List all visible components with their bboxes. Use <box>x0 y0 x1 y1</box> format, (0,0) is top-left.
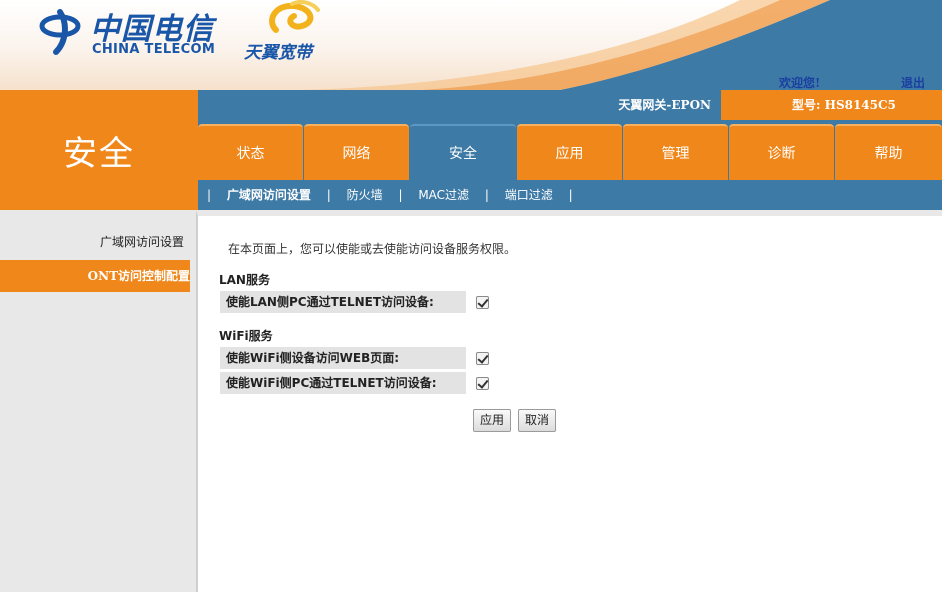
lan-telnet-label: 使能LAN侧PC通过TELNET访问设备: <box>220 291 466 313</box>
main-content: 在本页面上，您可以使能或去使能访问设备服务权限。 LAN服务 使能LAN侧PC通… <box>196 210 942 592</box>
subnav-firewall[interactable]: 防火墙 <box>347 188 383 202</box>
subnav-separator: | <box>326 188 331 202</box>
tab-application[interactable]: 应用 <box>517 124 622 180</box>
wifi-service-title: WiFi服务 <box>219 329 273 343</box>
tab-status[interactable]: 状态 <box>198 124 303 180</box>
lan-service-title: LAN服务 <box>219 273 270 287</box>
tab-management[interactable]: 管理 <box>623 124 728 180</box>
model-box: 型号: HS8145C5 <box>721 90 942 120</box>
tianyi-swirl-icon <box>269 0 320 33</box>
gateway-name: 天翼网关-EPON <box>618 98 711 112</box>
logout-link[interactable]: 退出 <box>901 74 925 90</box>
section-title: 安全 <box>63 133 135 174</box>
brand-en: CHINA TELECOM <box>92 42 216 57</box>
sidebar-item-wan-access[interactable]: 广域网访问设置 <box>0 226 190 258</box>
subnav-mac-filter[interactable]: MAC过滤 <box>418 188 469 202</box>
sub-brand: 天翼宽带 <box>244 43 312 63</box>
tab-help[interactable]: 帮助 <box>835 124 942 180</box>
sidebar-item-ont-access-control[interactable]: ONT访问控制配置 <box>0 260 190 292</box>
wifi-telnet-checkbox[interactable] <box>476 377 489 390</box>
main-tabs: 状态 网络 安全 应用 管理 诊断 帮助 <box>198 120 942 180</box>
welcome-text: 欢迎您! <box>779 76 821 90</box>
sidebar: 广域网访问设置 ONT访问控制配置 <box>0 210 196 592</box>
wifi-web-label: 使能WiFi侧设备访问WEB页面: <box>220 347 466 369</box>
subnav-port-filter[interactable]: 端口过滤 <box>505 188 553 202</box>
subnav-separator: | <box>568 188 573 202</box>
info-bar: 天翼网关-EPON 型号: HS8145C5 <box>198 90 942 120</box>
page-intro: 在本页面上，您可以使能或去使能访问设备服务权限。 <box>228 242 517 256</box>
section-title-block: 安全 <box>0 90 198 210</box>
subnav-separator: | <box>484 188 489 202</box>
apply-button[interactable]: 应用 <box>473 409 512 432</box>
sub-nav: | 广域网访问设置 | 防火墙 | MAC过滤 | 端口过滤 | <box>198 180 942 210</box>
china-telecom-mark-icon <box>39 9 81 55</box>
tianyi-broadband-logo: 天翼宽带 <box>244 0 334 63</box>
header-banner: 中国电信 CHINA TELECOM 天翼宽带 欢迎您! 退出 <box>0 0 942 90</box>
cancel-button[interactable]: 取消 <box>518 409 557 432</box>
wifi-web-checkbox[interactable] <box>476 352 489 365</box>
lan-telnet-checkbox[interactable] <box>476 296 489 309</box>
china-telecom-logo: 中国电信 CHINA TELECOM <box>38 4 218 58</box>
tab-network[interactable]: 网络 <box>304 124 409 180</box>
wifi-telnet-label: 使能WiFi侧PC通过TELNET访问设备: <box>220 372 466 394</box>
subnav-separator: | <box>398 188 403 202</box>
tab-diagnostics[interactable]: 诊断 <box>729 124 834 180</box>
model-number: 型号: HS8145C5 <box>792 98 896 112</box>
tab-security[interactable]: 安全 <box>410 124 516 180</box>
subnav-wan-access[interactable]: 广域网访问设置 <box>227 188 311 202</box>
subnav-separator: | <box>207 188 212 202</box>
